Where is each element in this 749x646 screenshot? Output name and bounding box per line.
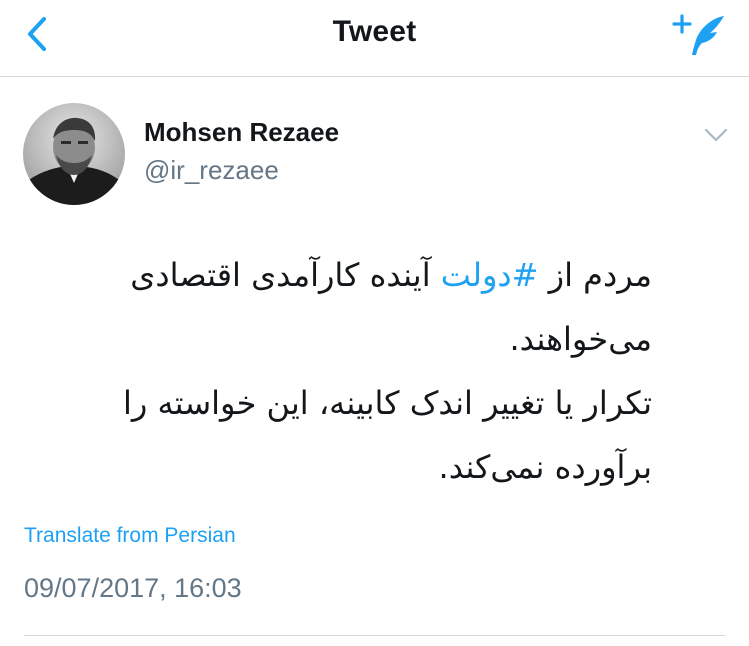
tweet-line-3: تکرار یا تغییر اندک کابینه، این خواسته ر… — [123, 384, 652, 422]
tweet-line-4: برآورده نمی‌کند. — [438, 448, 652, 486]
tweet-timestamp: 09/07/2017, 16:03 — [24, 573, 242, 603]
author-name[interactable]: Mohsen Rezaee — [144, 117, 339, 148]
page-title: Tweet — [332, 15, 417, 48]
tweet-text-segment: آینده کارآمدی اقتصادی — [130, 256, 441, 294]
tweet-line-2: می‌خواهند. — [509, 320, 652, 358]
compose-tweet-icon[interactable] — [672, 12, 728, 58]
author-handle[interactable]: @ir_rezaee — [144, 155, 279, 186]
more-options-chevron-down-icon[interactable] — [702, 125, 730, 145]
tweet-text: مردم از #دولت آینده کارآمدی اقتصادی می‌خ… — [40, 243, 652, 499]
navigation-bar: Tweet — [0, 0, 749, 77]
divider — [24, 635, 725, 636]
hashtag-link[interactable]: #دولت — [441, 256, 539, 294]
translate-link[interactable]: Translate from Persian — [24, 524, 236, 548]
tweet-line-1: مردم از #دولت آینده کارآمدی اقتصادی — [40, 243, 652, 307]
tweet-text-segment: مردم از — [538, 256, 652, 294]
author-avatar[interactable] — [23, 103, 125, 205]
